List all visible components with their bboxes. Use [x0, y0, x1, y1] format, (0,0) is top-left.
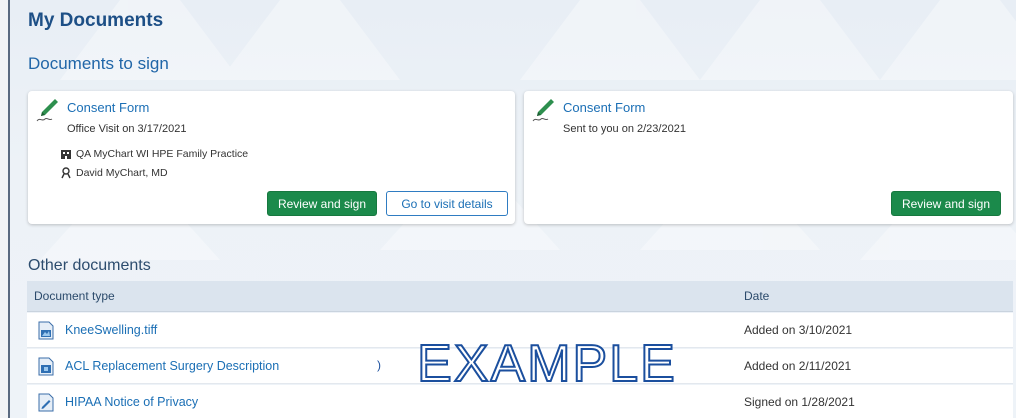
card-title[interactable]: Consent Form	[67, 100, 149, 115]
provider-name: David MyChart, MD	[76, 167, 168, 179]
card-subtitle: Sent to you on 2/23/2021	[563, 123, 686, 135]
page-title: My Documents	[28, 10, 164, 31]
medical-document-icon	[38, 357, 54, 376]
consent-form-card-1: Consent Form Office Visit on 3/17/2021 Q…	[28, 91, 515, 224]
document-date: Added on 2/11/2021	[744, 359, 852, 373]
left-edge-bar	[0, 0, 10, 418]
sign-pen-icon	[36, 97, 60, 123]
document-link[interactable]: KneeSwelling.tiff	[65, 323, 157, 337]
other-documents-heading: Other documents	[28, 257, 151, 274]
watermark-text: EXAMPLE	[417, 337, 677, 387]
card-title[interactable]: Consent Form	[563, 100, 645, 115]
provider-icon	[60, 167, 72, 179]
review-and-sign-button[interactable]: Review and sign	[891, 191, 1001, 216]
department-line: QA MyChart WI HPE Family Practice	[60, 148, 248, 160]
documents-to-sign-heading: Documents to sign	[28, 54, 169, 73]
table-row[interactable]: HIPAA Notice of Privacy Signed on 1/28/2…	[27, 385, 1013, 418]
card-subtitle: Office Visit on 3/17/2021	[67, 123, 187, 135]
building-icon	[60, 148, 72, 160]
sign-pen-icon	[532, 97, 556, 123]
table-header: Document type Date	[27, 281, 1013, 312]
column-header-date[interactable]: Date	[744, 289, 769, 303]
signed-document-icon	[38, 393, 54, 412]
document-date: Added on 3/10/2021	[744, 323, 853, 337]
document-link[interactable]: ACL Replacement Surgery Description	[65, 359, 279, 373]
department-name: QA MyChart WI HPE Family Practice	[76, 148, 249, 160]
stray-character: )	[377, 358, 381, 372]
go-to-visit-details-button[interactable]: Go to visit details	[386, 191, 508, 216]
consent-form-card-2: Consent Form Sent to you on 2/23/2021 Re…	[524, 91, 1013, 224]
column-header-document-type[interactable]: Document type	[34, 289, 115, 303]
document-link[interactable]: HIPAA Notice of Privacy	[65, 395, 198, 409]
image-file-icon	[38, 321, 54, 340]
review-and-sign-button[interactable]: Review and sign	[267, 191, 377, 216]
document-date: Signed on 1/28/2021	[744, 395, 855, 409]
example-watermark: EXAMPLE	[412, 337, 682, 387]
provider-line: David MyChart, MD	[60, 167, 168, 179]
